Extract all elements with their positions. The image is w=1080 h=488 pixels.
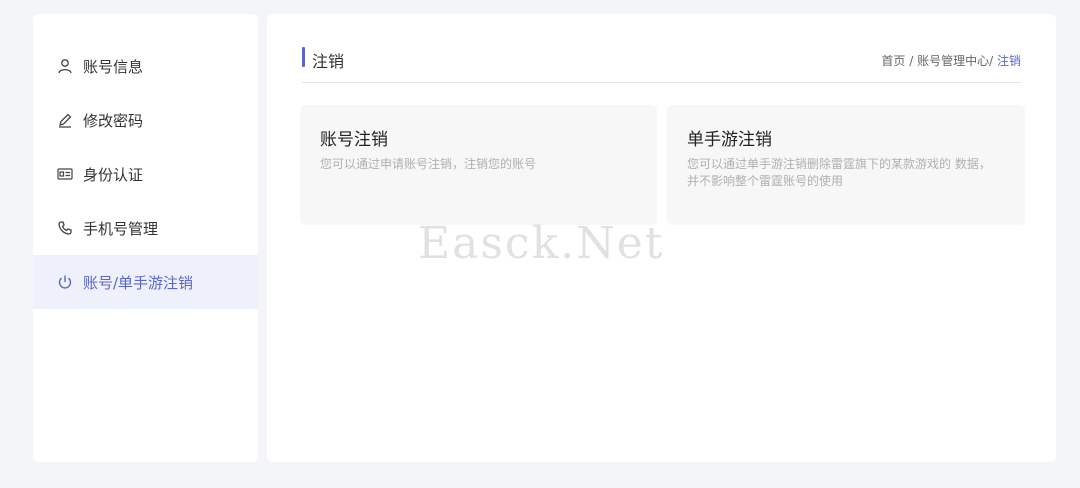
card-title: 账号注销 <box>320 130 388 150</box>
breadcrumb-separator: / <box>989 54 997 68</box>
sidebar-item-label: 身份认证 <box>83 165 144 184</box>
id-card-icon <box>57 166 73 182</box>
sidebar: 账号信息 修改密码 身份认证 手机号管理 账号/单手游注销 <box>33 14 258 462</box>
breadcrumb: 首页 / 账号管理中心/ 注销 <box>881 52 1021 69</box>
card-description: 您可以通过申请账号注销，注销您的账号 <box>320 157 537 171</box>
sidebar-item-phone-management[interactable]: 手机号管理 <box>33 201 258 255</box>
user-icon <box>57 58 73 74</box>
sidebar-item-account-cancellation[interactable]: 账号/单手游注销 <box>33 255 258 309</box>
sidebar-item-label: 账号信息 <box>83 57 144 76</box>
breadcrumb-account-center[interactable]: 账号管理中心 <box>917 54 989 68</box>
sidebar-item-label: 手机号管理 <box>83 219 159 238</box>
sidebar-item-change-password[interactable]: 修改密码 <box>33 93 258 147</box>
account-cancellation-card[interactable]: 账号注销 您可以通过申请账号注销，注销您的账号 <box>300 105 657 225</box>
sidebar-item-label: 账号/单手游注销 <box>83 273 194 292</box>
page-header: 注销 首页 / 账号管理中心/ 注销 <box>302 44 1021 83</box>
card-description: 您可以通过单手游注销删除雷霆旗下的某款游戏的 数据，并不影响整个雷霆账号的使用 <box>687 157 991 188</box>
main-panel: 注销 首页 / 账号管理中心/ 注销 账号注销 您可以通过申请账号注销，注销您的… <box>267 14 1056 462</box>
single-game-cancellation-card[interactable]: 单手游注销 您可以通过单手游注销删除雷霆旗下的某款游戏的 数据，并不影响整个雷霆… <box>667 105 1025 225</box>
breadcrumb-separator: / <box>905 54 918 68</box>
title-accent-bar <box>302 47 305 67</box>
page-title: 注销 <box>312 52 345 71</box>
sidebar-item-label: 修改密码 <box>83 111 144 130</box>
breadcrumb-current: 注销 <box>996 54 1021 68</box>
phone-icon <box>57 220 73 236</box>
sidebar-item-account-info[interactable]: 账号信息 <box>33 39 258 93</box>
sidebar-item-identity-verification[interactable]: 身份认证 <box>33 147 258 201</box>
pencil-icon <box>57 112 73 128</box>
breadcrumb-home[interactable]: 首页 <box>881 54 905 68</box>
card-title: 单手游注销 <box>687 130 772 150</box>
power-icon <box>57 274 73 290</box>
